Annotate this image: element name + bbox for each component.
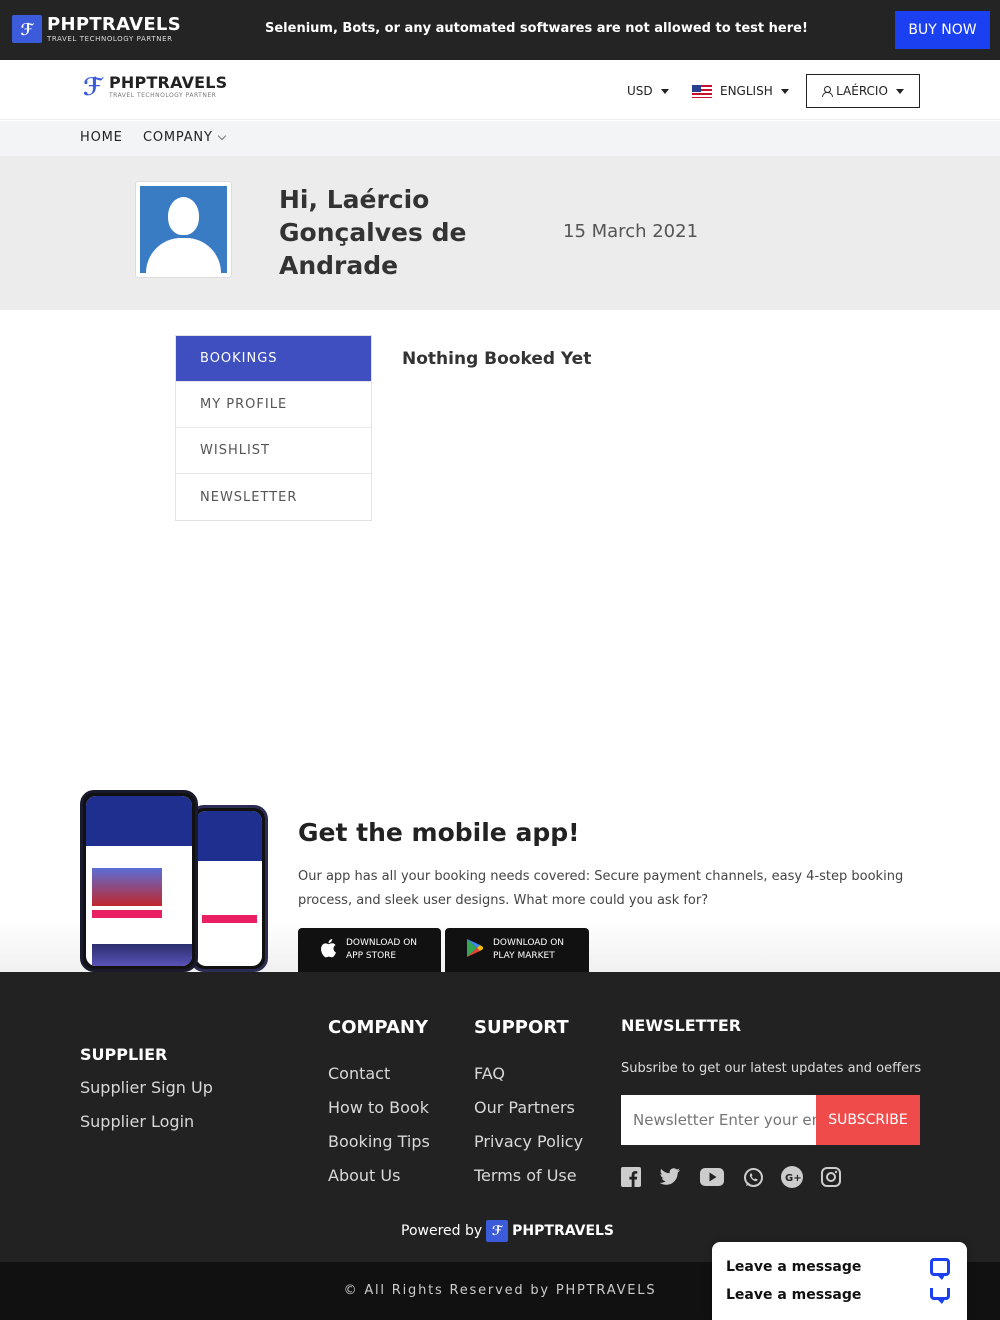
app-promo-text: Our app has all your booking needs cover…	[298, 869, 904, 908]
powered-by-label: Powered by	[401, 1223, 483, 1239]
menu-my-profile[interactable]: MY PROFILE	[176, 382, 371, 428]
nav-home[interactable]: HOME	[80, 130, 123, 145]
footer-link-booking-tips[interactable]: Booking Tips	[328, 1132, 430, 1151]
footer-link-contact[interactable]: Contact	[328, 1064, 390, 1083]
caret-down-icon	[660, 88, 669, 94]
twitter-icon[interactable]	[659, 1166, 681, 1188]
apple-icon	[318, 938, 338, 963]
newsletter-subtitle: Subsribe to get our latest updates and o…	[621, 1061, 922, 1076]
currency-label: USD	[627, 84, 653, 98]
greeting: Hi, Laércio Gonçalves de Andrade	[279, 185, 467, 280]
chat-bubble-icon[interactable]	[930, 1288, 950, 1304]
main-header: ℱ PHPTRAVELS TRAVEL TECHNOLOGY PARTNER U…	[0, 60, 1000, 120]
user-account-dropdown[interactable]: LAÉRCIO	[806, 74, 920, 108]
language-label: ENGLISH	[720, 84, 773, 98]
footer-newsletter-title: NEWSLETTER	[621, 1016, 742, 1035]
powered-by: Powered by ℱ PHPTRAVELS	[401, 1220, 614, 1242]
svg-text:G+: G+	[785, 1173, 802, 1184]
instagram-icon[interactable]	[820, 1166, 842, 1188]
caret-down-icon	[780, 88, 789, 94]
whatsapp-icon[interactable]	[742, 1166, 764, 1188]
buy-now-button[interactable]: BUY NOW	[895, 11, 990, 49]
main-nav: HOME COMPANY	[0, 121, 1000, 156]
subscribe-button[interactable]: SUBSCRIBE	[816, 1095, 920, 1145]
logo-name: PHPTRAVELS	[47, 13, 181, 35]
facebook-icon[interactable]	[620, 1166, 642, 1188]
footer-link-about-us[interactable]: About Us	[328, 1166, 400, 1185]
menu-newsletter[interactable]: NEWSLETTER	[176, 474, 371, 520]
store-line1: DOWNLOAD ON	[493, 938, 565, 948]
avatar	[135, 181, 232, 278]
powered-by-brand: PHPTRAVELS	[512, 1223, 615, 1239]
header-logo[interactable]: ℱ PHPTRAVELS TRAVEL TECHNOLOGY PARTNER	[83, 73, 227, 101]
bot-warning: Selenium, Bots, or any automated softwar…	[265, 21, 808, 36]
chevron-down-icon	[217, 131, 226, 140]
currency-dropdown[interactable]: USD	[627, 84, 669, 98]
store-line2: PLAY MARKET	[493, 951, 555, 961]
user-name: LAÉRCIO	[836, 84, 888, 98]
menu-bookings[interactable]: BOOKINGS	[176, 336, 371, 382]
app-store-button[interactable]: DOWNLOAD ON APP STORE	[298, 928, 441, 972]
logo-tagline: TRAVEL TECHNOLOGY PARTNER	[109, 92, 217, 99]
menu-wishlist[interactable]: WISHLIST	[176, 428, 371, 474]
store-line1: DOWNLOAD ON	[346, 938, 418, 948]
youtube-icon[interactable]	[700, 1166, 724, 1188]
logo-mark-icon: ℱ	[12, 15, 42, 43]
phone-mockup-image	[80, 790, 198, 972]
caret-down-icon	[895, 88, 904, 94]
footer-link-our-partners[interactable]: Our Partners	[474, 1098, 575, 1117]
footer-company-title: COMPANY	[328, 1017, 428, 1038]
brand-logo[interactable]: ℱ PHPTRAVELS TRAVEL TECHNOLOGY PARTNER	[12, 15, 181, 43]
footer-link-supplier-login[interactable]: Supplier Login	[80, 1112, 194, 1131]
chat-line-2: Leave a message	[726, 1287, 862, 1303]
account-menu: BOOKINGS MY PROFILE WISHLIST NEWSLETTER	[175, 335, 372, 521]
nav-company-label: COMPANY	[143, 130, 213, 145]
footer-link-faq[interactable]: FAQ	[474, 1064, 505, 1083]
chat-bubble-icon[interactable]	[930, 1258, 950, 1280]
logo-mark-icon: ℱ	[486, 1220, 509, 1242]
play-market-button[interactable]: DOWNLOAD ON PLAY MARKET	[445, 928, 589, 972]
newsletter-email-input[interactable]	[621, 1095, 816, 1145]
app-promo-title: Get the mobile app!	[298, 818, 580, 847]
footer-link-how-to-book[interactable]: How to Book	[328, 1098, 429, 1117]
user-icon	[822, 86, 834, 97]
google-plus-icon[interactable]: G+	[781, 1166, 803, 1188]
phone-mockup-image	[190, 805, 268, 972]
footer-supplier-title: SUPPLIER	[80, 1045, 168, 1064]
logo-tagline: TRAVEL TECHNOLOGY PARTNER	[47, 34, 173, 43]
nav-company[interactable]: COMPANY	[143, 130, 226, 145]
logo-mark-icon: ℱ	[83, 73, 103, 101]
footer-link-privacy-policy[interactable]: Privacy Policy	[474, 1132, 583, 1151]
current-date: 15 March 2021	[563, 221, 699, 242]
chat-widget[interactable]: Leave a message Leave a message	[712, 1242, 967, 1320]
footer-link-supplier-signup[interactable]: Supplier Sign Up	[80, 1078, 213, 1097]
language-dropdown[interactable]: ENGLISH	[692, 84, 789, 98]
us-flag-icon	[692, 84, 712, 98]
default-user-avatar-icon	[140, 186, 227, 273]
chat-line-1: Leave a message	[726, 1259, 862, 1275]
footer-support-title: SUPPORT	[474, 1017, 569, 1038]
empty-bookings-message: Nothing Booked Yet	[402, 349, 592, 369]
footer-link-terms-of-use[interactable]: Terms of Use	[474, 1166, 577, 1185]
logo-name: PHPTRAVELS	[109, 73, 228, 92]
store-line2: APP STORE	[346, 951, 397, 961]
top-bar: ℱ PHPTRAVELS TRAVEL TECHNOLOGY PARTNER S…	[0, 0, 1000, 60]
google-play-icon	[465, 938, 485, 963]
